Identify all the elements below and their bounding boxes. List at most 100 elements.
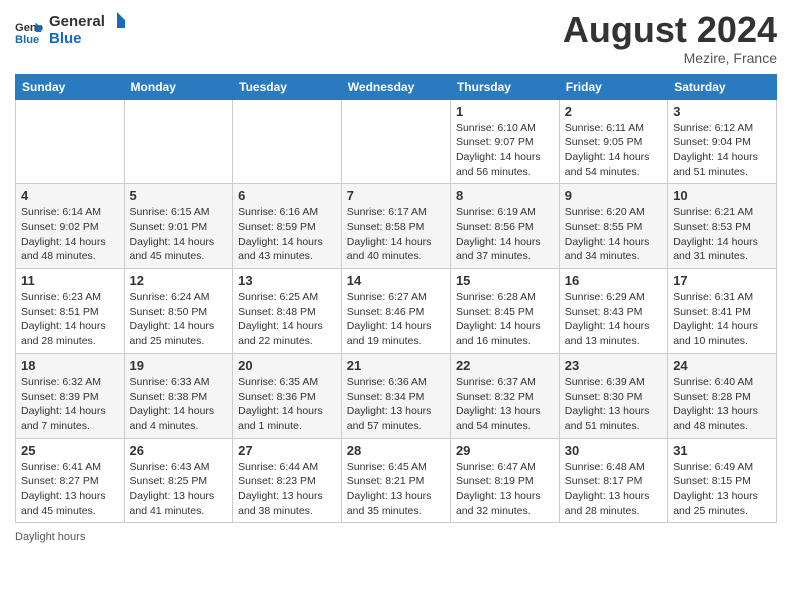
calendar-cell: 1 Sunrise: 6:10 AM Sunset: 9:07 PM Daylig…: [450, 99, 559, 184]
col-header-wednesday: Wednesday: [341, 74, 450, 99]
calendar-table: SundayMondayTuesdayWednesdayThursdayFrid…: [15, 74, 777, 524]
day-number: 30: [565, 443, 662, 458]
col-header-saturday: Saturday: [668, 74, 777, 99]
calendar-cell: 12 Sunrise: 6:24 AM Sunset: 8:50 PM Dayli…: [124, 269, 233, 354]
col-header-monday: Monday: [124, 74, 233, 99]
day-info: Sunrise: 6:12 AM Sunset: 9:04 PM Dayligh…: [673, 121, 771, 180]
day-info: Sunrise: 6:21 AM Sunset: 8:53 PM Dayligh…: [673, 205, 771, 264]
calendar-cell: 15Sunrise: 6:28 AM Sunset: 8:45 PM Dayli…: [450, 269, 559, 354]
day-number: 16: [565, 273, 662, 288]
day-info: Sunrise: 6:23 AM Sunset: 8:51 PM Dayligh…: [21, 290, 119, 349]
day-number: 28: [347, 443, 445, 458]
calendar-cell: 30 Sunrise: 6:48 AM Sunset: 8:17 PM Dayli…: [559, 438, 667, 523]
logo-icon: General Blue: [15, 18, 43, 46]
day-info: Sunrise: 6:25 AM Sunset: 8:48 PM Dayligh…: [238, 290, 336, 349]
day-info: Sunrise: 6:16 AM Sunset: 8:59 PM Dayligh…: [238, 205, 336, 264]
day-info: Sunrise: 6:35 AM Sunset: 8:36 PM Dayligh…: [238, 375, 336, 434]
day-number: 17: [673, 273, 771, 288]
day-info: Sunrise: 6:14 AM Sunset: 9:02 PM Dayligh…: [21, 205, 119, 264]
calendar-cell: 20 Sunrise: 6:35 AM Sunset: 8:36 PM Dayli…: [233, 353, 342, 438]
day-number: 19: [130, 358, 228, 373]
calendar-cell: 18Sunrise: 6:32 AM Sunset: 8:39 PM Dayli…: [16, 353, 125, 438]
day-number: 26: [130, 443, 228, 458]
calendar-cell: 24 Sunrise: 6:40 AM Sunset: 8:28 PM Dayli…: [668, 353, 777, 438]
calendar-cell: 3 Sunrise: 6:12 AM Sunset: 9:04 PM Daylig…: [668, 99, 777, 184]
day-info: Sunrise: 6:47 AM Sunset: 8:19 PM Dayligh…: [456, 460, 554, 519]
day-info: Sunrise: 6:39 AM Sunset: 8:30 PM Dayligh…: [565, 375, 662, 434]
day-info: Sunrise: 6:33 AM Sunset: 8:38 PM Dayligh…: [130, 375, 228, 434]
day-number: 9: [565, 188, 662, 203]
calendar-cell: 11Sunrise: 6:23 AM Sunset: 8:51 PM Dayli…: [16, 269, 125, 354]
calendar-week-row: 11Sunrise: 6:23 AM Sunset: 8:51 PM Dayli…: [16, 269, 777, 354]
footer: Daylight hours: [15, 531, 777, 543]
calendar-cell: 28 Sunrise: 6:45 AM Sunset: 8:21 PM Dayli…: [341, 438, 450, 523]
calendar-cell: 16Sunrise: 6:29 AM Sunset: 8:43 PM Dayli…: [559, 269, 667, 354]
day-info: Sunrise: 6:31 AM Sunset: 8:41 PM Dayligh…: [673, 290, 771, 349]
daylight-label: Daylight hours: [15, 531, 85, 543]
calendar-cell: 19 Sunrise: 6:33 AM Sunset: 8:38 PM Dayli…: [124, 353, 233, 438]
svg-text:Blue: Blue: [15, 34, 39, 46]
calendar-cell: 8Sunrise: 6:19 AM Sunset: 8:56 PM Daylig…: [450, 184, 559, 269]
calendar-cell: 9 Sunrise: 6:20 AM Sunset: 8:55 PM Daylig…: [559, 184, 667, 269]
day-info: Sunrise: 6:48 AM Sunset: 8:17 PM Dayligh…: [565, 460, 662, 519]
calendar-week-row: 25Sunrise: 6:41 AM Sunset: 8:27 PM Dayli…: [16, 438, 777, 523]
calendar-cell: 14 Sunrise: 6:27 AM Sunset: 8:46 PM Dayli…: [341, 269, 450, 354]
calendar-cell: 21Sunrise: 6:36 AM Sunset: 8:34 PM Dayli…: [341, 353, 450, 438]
day-number: 1: [456, 104, 554, 119]
day-number: 27: [238, 443, 336, 458]
day-info: Sunrise: 6:11 AM Sunset: 9:05 PM Dayligh…: [565, 121, 662, 180]
day-info: Sunrise: 6:20 AM Sunset: 8:55 PM Dayligh…: [565, 205, 662, 264]
calendar-cell: 23 Sunrise: 6:39 AM Sunset: 8:30 PM Dayli…: [559, 353, 667, 438]
calendar-week-row: 1 Sunrise: 6:10 AM Sunset: 9:07 PM Daylig…: [16, 99, 777, 184]
calendar-cell: [16, 99, 125, 184]
day-number: 22: [456, 358, 554, 373]
day-info: Sunrise: 6:41 AM Sunset: 8:27 PM Dayligh…: [21, 460, 119, 519]
day-number: 23: [565, 358, 662, 373]
col-header-tuesday: Tuesday: [233, 74, 342, 99]
day-info: Sunrise: 6:27 AM Sunset: 8:46 PM Dayligh…: [347, 290, 445, 349]
calendar-cell: [233, 99, 342, 184]
calendar-cell: 22Sunrise: 6:37 AM Sunset: 8:32 PM Dayli…: [450, 353, 559, 438]
calendar-header-row: SundayMondayTuesdayWednesdayThursdayFrid…: [16, 74, 777, 99]
calendar-cell: 7 Sunrise: 6:17 AM Sunset: 8:58 PM Daylig…: [341, 184, 450, 269]
month-title: August 2024: [563, 10, 777, 50]
day-number: 5: [130, 188, 228, 203]
svg-text:General: General: [49, 13, 105, 30]
calendar-week-row: 18Sunrise: 6:32 AM Sunset: 8:39 PM Dayli…: [16, 353, 777, 438]
calendar-cell: 13 Sunrise: 6:25 AM Sunset: 8:48 PM Dayli…: [233, 269, 342, 354]
day-number: 24: [673, 358, 771, 373]
day-number: 20: [238, 358, 336, 373]
day-info: Sunrise: 6:32 AM Sunset: 8:39 PM Dayligh…: [21, 375, 119, 434]
calendar-cell: [124, 99, 233, 184]
svg-text:Blue: Blue: [49, 30, 82, 47]
day-number: 31: [673, 443, 771, 458]
day-info: Sunrise: 6:43 AM Sunset: 8:25 PM Dayligh…: [130, 460, 228, 519]
day-number: 12: [130, 273, 228, 288]
day-number: 2: [565, 104, 662, 119]
day-number: 4: [21, 188, 119, 203]
day-info: Sunrise: 6:44 AM Sunset: 8:23 PM Dayligh…: [238, 460, 336, 519]
calendar-cell: 25Sunrise: 6:41 AM Sunset: 8:27 PM Dayli…: [16, 438, 125, 523]
day-info: Sunrise: 6:45 AM Sunset: 8:21 PM Dayligh…: [347, 460, 445, 519]
day-info: Sunrise: 6:10 AM Sunset: 9:07 PM Dayligh…: [456, 121, 554, 180]
calendar-cell: 29 Sunrise: 6:47 AM Sunset: 8:19 PM Dayli…: [450, 438, 559, 523]
day-info: Sunrise: 6:49 AM Sunset: 8:15 PM Dayligh…: [673, 460, 771, 519]
day-number: 3: [673, 104, 771, 119]
day-number: 21: [347, 358, 445, 373]
logo: General Blue General Blue: [15, 10, 129, 53]
day-number: 14: [347, 273, 445, 288]
calendar-cell: 5Sunrise: 6:15 AM Sunset: 9:01 PM Daylig…: [124, 184, 233, 269]
col-header-friday: Friday: [559, 74, 667, 99]
day-number: 7: [347, 188, 445, 203]
location: Mezire, France: [563, 50, 777, 66]
calendar-week-row: 4 Sunrise: 6:14 AM Sunset: 9:02 PM Daylig…: [16, 184, 777, 269]
day-info: Sunrise: 6:24 AM Sunset: 8:50 PM Dayligh…: [130, 290, 228, 349]
day-number: 13: [238, 273, 336, 288]
day-info: Sunrise: 6:17 AM Sunset: 8:58 PM Dayligh…: [347, 205, 445, 264]
day-info: Sunrise: 6:28 AM Sunset: 8:45 PM Dayligh…: [456, 290, 554, 349]
day-info: Sunrise: 6:40 AM Sunset: 8:28 PM Dayligh…: [673, 375, 771, 434]
day-number: 8: [456, 188, 554, 203]
calendar-cell: 17 Sunrise: 6:31 AM Sunset: 8:41 PM Dayli…: [668, 269, 777, 354]
day-number: 29: [456, 443, 554, 458]
calendar-cell: 27 Sunrise: 6:44 AM Sunset: 8:23 PM Dayli…: [233, 438, 342, 523]
